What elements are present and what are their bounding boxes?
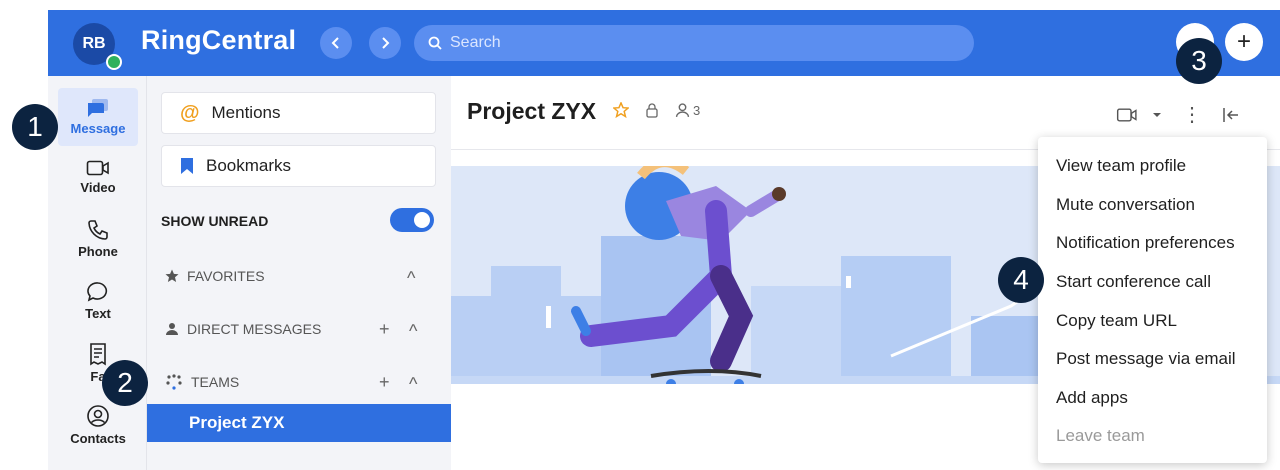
- menu-item-post-message-via-email[interactable]: Post message via email: [1038, 340, 1267, 379]
- at-sign-icon: @: [180, 101, 200, 124]
- mentions-label: Mentions: [211, 103, 281, 122]
- presence-indicator: [106, 54, 122, 70]
- caret-down-icon[interactable]: [1152, 111, 1162, 119]
- fax-icon: [90, 343, 106, 366]
- menu-item-start-conference-call[interactable]: Start conference call: [1038, 263, 1267, 302]
- more-options-button[interactable]: ⋮: [1176, 102, 1208, 127]
- avatar-initials: RB: [82, 35, 106, 52]
- favorites-label: FAVORITES: [187, 268, 265, 284]
- rail-item-text[interactable]: Text: [58, 272, 138, 330]
- show-unread-toggle[interactable]: [390, 208, 434, 232]
- chevron-right-icon: [382, 37, 390, 49]
- conversation-list-panel: @ Mentions Bookmarks SHOW UNREAD FAVORIT…: [146, 76, 452, 470]
- rail-item-label: Video: [80, 180, 116, 195]
- add-team-button[interactable]: +: [379, 372, 390, 393]
- phone-icon: [88, 220, 108, 240]
- chevron-left-icon: [331, 37, 339, 49]
- favorites-section-header[interactable]: FAVORITES: [165, 268, 265, 284]
- conversation-title: Project ZYX: [467, 98, 597, 124]
- star-icon: [165, 269, 179, 282]
- add-button[interactable]: +: [1225, 23, 1263, 61]
- callout-badge-3: 3: [1176, 38, 1222, 84]
- team-item-project-zyx[interactable]: Project ZYX: [147, 404, 452, 442]
- rail-item-video[interactable]: Video: [58, 148, 138, 206]
- menu-item-copy-team-url[interactable]: Copy team URL: [1038, 301, 1267, 340]
- menu-item-mute-conversation[interactable]: Mute conversation: [1038, 186, 1267, 225]
- bookmark-icon: [181, 158, 193, 174]
- menu-item-notification-preferences[interactable]: Notification preferences: [1038, 224, 1267, 263]
- chevron-up-icon[interactable]: ^: [407, 268, 415, 289]
- members-button[interactable]: 3: [675, 103, 700, 118]
- message-icon: [88, 99, 108, 117]
- lock-icon: [646, 103, 658, 118]
- rail-item-message[interactable]: Message: [58, 88, 138, 146]
- star-outline-icon[interactable]: [613, 102, 629, 118]
- rail-item-label: Phone: [78, 244, 118, 259]
- add-direct-message-button[interactable]: +: [379, 319, 390, 340]
- team-item-label: Project ZYX: [189, 413, 285, 432]
- top-header: RB RingCentral +: [48, 10, 1280, 76]
- callout-badge-4: 4: [998, 257, 1044, 303]
- direct-messages-label: DIRECT MESSAGES: [187, 321, 322, 337]
- menu-item-leave-team: Leave team: [1056, 426, 1145, 446]
- teams-icon: [166, 374, 182, 390]
- contacts-icon: [87, 405, 109, 427]
- menu-item-add-apps[interactable]: Add apps: [1038, 379, 1267, 418]
- collapse-panel-icon[interactable]: [1222, 107, 1240, 123]
- nav-rail: Message Video Phone Text Fa Contacts: [48, 76, 146, 470]
- plus-icon: +: [1236, 28, 1251, 55]
- menu-item-view-team-profile[interactable]: View team profile: [1038, 147, 1267, 186]
- search-icon: [428, 36, 442, 50]
- text-bubble-icon: [87, 282, 108, 302]
- video-icon: [86, 160, 109, 176]
- person-outline-icon: [675, 102, 690, 117]
- chevron-up-icon[interactable]: ^: [409, 321, 417, 342]
- team-options-menu: View team profile Mute conversation Noti…: [1038, 137, 1267, 463]
- forward-button[interactable]: [369, 27, 401, 59]
- member-count: 3: [693, 102, 701, 118]
- teams-section-header[interactable]: TEAMS: [165, 374, 239, 390]
- bookmarks-label: Bookmarks: [206, 156, 292, 175]
- conversation-meta: 3: [613, 102, 700, 118]
- rail-item-phone[interactable]: Phone: [58, 210, 138, 268]
- toggle-knob: [414, 212, 430, 228]
- conversation-toolbar: ⋮: [1116, 102, 1240, 127]
- search-bar[interactable]: [414, 25, 974, 61]
- brand-name: RingCentral: [141, 25, 297, 55]
- search-input[interactable]: [450, 34, 930, 52]
- callout-badge-1: 1: [12, 104, 58, 150]
- teams-label: TEAMS: [191, 374, 240, 390]
- person-icon: [166, 323, 178, 335]
- back-button[interactable]: [320, 27, 352, 59]
- direct-messages-section-header[interactable]: DIRECT MESSAGES: [165, 321, 321, 337]
- video-call-icon[interactable]: [1116, 107, 1138, 123]
- chevron-up-icon[interactable]: ^: [409, 374, 417, 395]
- rail-item-label: Text: [85, 306, 111, 321]
- rail-item-label: Message: [70, 121, 126, 136]
- rail-item-label: Contacts: [70, 431, 126, 446]
- mentions-button[interactable]: @ Mentions: [161, 92, 436, 134]
- bookmarks-button[interactable]: Bookmarks: [161, 145, 436, 187]
- callout-badge-2: 2: [102, 360, 148, 406]
- show-unread-label: SHOW UNREAD: [161, 213, 269, 229]
